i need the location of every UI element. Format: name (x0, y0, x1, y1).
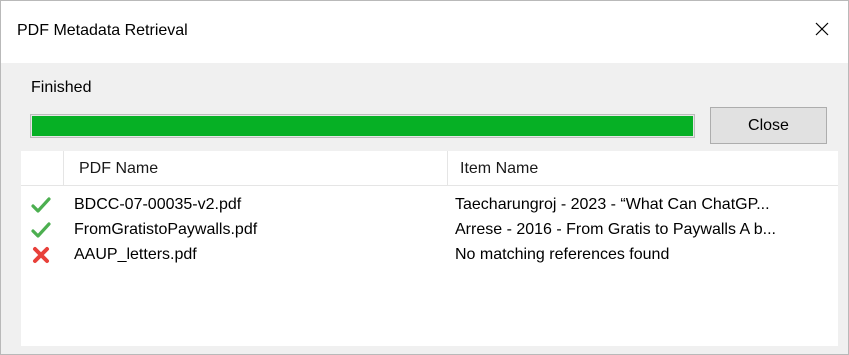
item-name-cell: Taecharungroj - 2023 - “What Can ChatGP.… (455, 196, 770, 213)
results-list: PDF Name Item Name BDCC-07-00035-v2.pdf T… (21, 151, 838, 346)
close-icon (815, 22, 829, 36)
item-name-cell: No matching references found (455, 246, 670, 263)
column-separator (63, 151, 64, 185)
close-button[interactable]: Close (710, 107, 827, 144)
progress-bar (30, 114, 695, 138)
pdf-name-cell: BDCC-07-00035-v2.pdf (74, 196, 242, 213)
item-name-cell: Arrese - 2016 - From Gratis to Paywalls … (455, 221, 776, 238)
table-row[interactable]: FromGratistoPaywalls.pdf Arrese - 2016 - … (21, 217, 838, 242)
table-row[interactable]: AAUP_letters.pdf No matching references f… (21, 242, 838, 267)
column-header-pdf-name[interactable]: PDF Name (79, 160, 158, 178)
column-header-item-name[interactable]: Item Name (460, 160, 538, 178)
title-bar: PDF Metadata Retrieval (1, 1, 848, 63)
window-close-button[interactable] (804, 11, 840, 47)
rows-container: BDCC-07-00035-v2.pdf Taecharungroj - 2023… (21, 192, 838, 267)
pdf-name-cell: AAUP_letters.pdf (74, 246, 197, 263)
column-separator (447, 151, 448, 185)
checkmark-icon (31, 195, 51, 215)
checkmark-icon (31, 220, 51, 240)
list-header: PDF Name Item Name (21, 151, 838, 186)
dialog-window: PDF Metadata Retrieval Finished Close PD… (0, 0, 849, 355)
table-row[interactable]: BDCC-07-00035-v2.pdf Taecharungroj - 2023… (21, 192, 838, 217)
status-text: Finished (31, 79, 92, 96)
window-title: PDF Metadata Retrieval (17, 22, 188, 39)
pdf-name-cell: FromGratistoPaywalls.pdf (74, 221, 258, 238)
progress-fill (32, 116, 693, 136)
cross-icon (31, 245, 51, 265)
